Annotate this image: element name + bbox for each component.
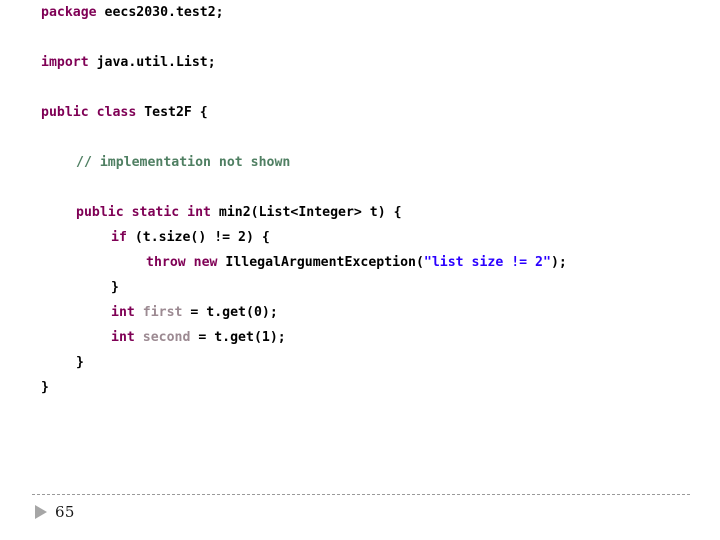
code-token-plain: = t.get(0); xyxy=(182,305,278,320)
code-token-plain: IllegalArgumentException( xyxy=(217,255,424,270)
code-token-local: second xyxy=(142,330,191,345)
code-token-keyword: int xyxy=(111,330,135,345)
code-line: } xyxy=(0,350,720,375)
slide-canvas: package eecs2030.test2; import java.util… xyxy=(0,0,720,540)
code-token-plain: ); xyxy=(550,255,567,270)
code-token-keyword: package xyxy=(41,5,97,20)
code-line: } xyxy=(0,375,720,400)
code-token-keyword: throw new xyxy=(146,255,218,270)
code-block: package eecs2030.test2; import java.util… xyxy=(0,0,720,400)
code-token-keyword: if xyxy=(111,230,127,245)
code-token-plain: } xyxy=(76,355,84,370)
code-token-plain: } xyxy=(41,380,49,395)
triangle-right-icon xyxy=(35,505,47,519)
code-line: public static int min2(List<Integer> t) … xyxy=(0,200,720,225)
code-token-plain: eecs2030.test2; xyxy=(96,5,224,20)
code-line: package eecs2030.test2; xyxy=(0,0,720,25)
code-token-keyword: public static int xyxy=(76,205,211,220)
code-token-plain: = t.get(1); xyxy=(190,330,286,345)
code-line: int first = t.get(0); xyxy=(0,300,720,325)
code-line: throw new IllegalArgumentException("list… xyxy=(0,250,720,275)
code-line: int second = t.get(1); xyxy=(0,325,720,350)
footer-divider xyxy=(32,494,690,495)
code-token-plain: (t.size() != 2) { xyxy=(126,230,270,245)
code-token-string: "list size != 2" xyxy=(423,255,551,270)
slide-number: 65 xyxy=(55,503,75,521)
code-line: if (t.size() != 2) { xyxy=(0,225,720,250)
code-token-keyword: import xyxy=(41,55,89,70)
code-line: } xyxy=(0,275,720,300)
code-token-keyword: public class xyxy=(41,105,137,120)
code-token-plain: min2(List<Integer> t) { xyxy=(210,205,402,220)
code-token-plain: java.util.List; xyxy=(88,55,216,70)
code-token-plain: } xyxy=(111,280,119,295)
code-line: public class Test2F { xyxy=(0,100,720,125)
code-line: // implementation not shown xyxy=(0,150,720,175)
code-token-plain: Test2F { xyxy=(136,105,208,120)
code-line: import java.util.List; xyxy=(0,50,720,75)
code-token-comment: // implementation not shown xyxy=(76,155,291,170)
code-token-keyword: int xyxy=(111,305,135,320)
code-token-local: first xyxy=(142,305,183,320)
